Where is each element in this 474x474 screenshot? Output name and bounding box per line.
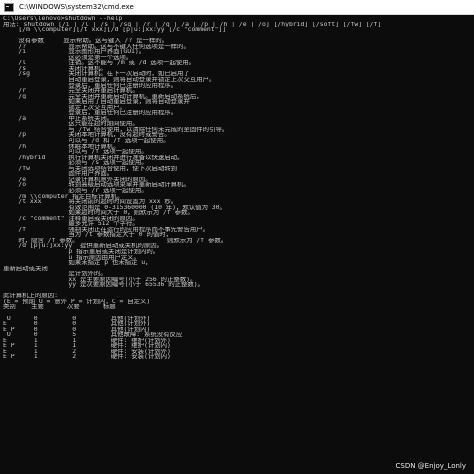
watermark: CSDN @Enjoy_Lonly xyxy=(393,462,468,470)
window-titlebar[interactable]: C:\WINDOWS\system32\cmd.exe xyxy=(0,0,474,15)
console-line: E P 1 2 硬件: 安装(计划内) xyxy=(3,354,171,360)
window-title: C:\WINDOWS\system32\cmd.exe xyxy=(19,3,134,11)
console-output[interactable]: C:\Users\lenovo>shutdown --help 用法: shutd… xyxy=(3,16,471,472)
cmd-icon xyxy=(4,2,14,12)
